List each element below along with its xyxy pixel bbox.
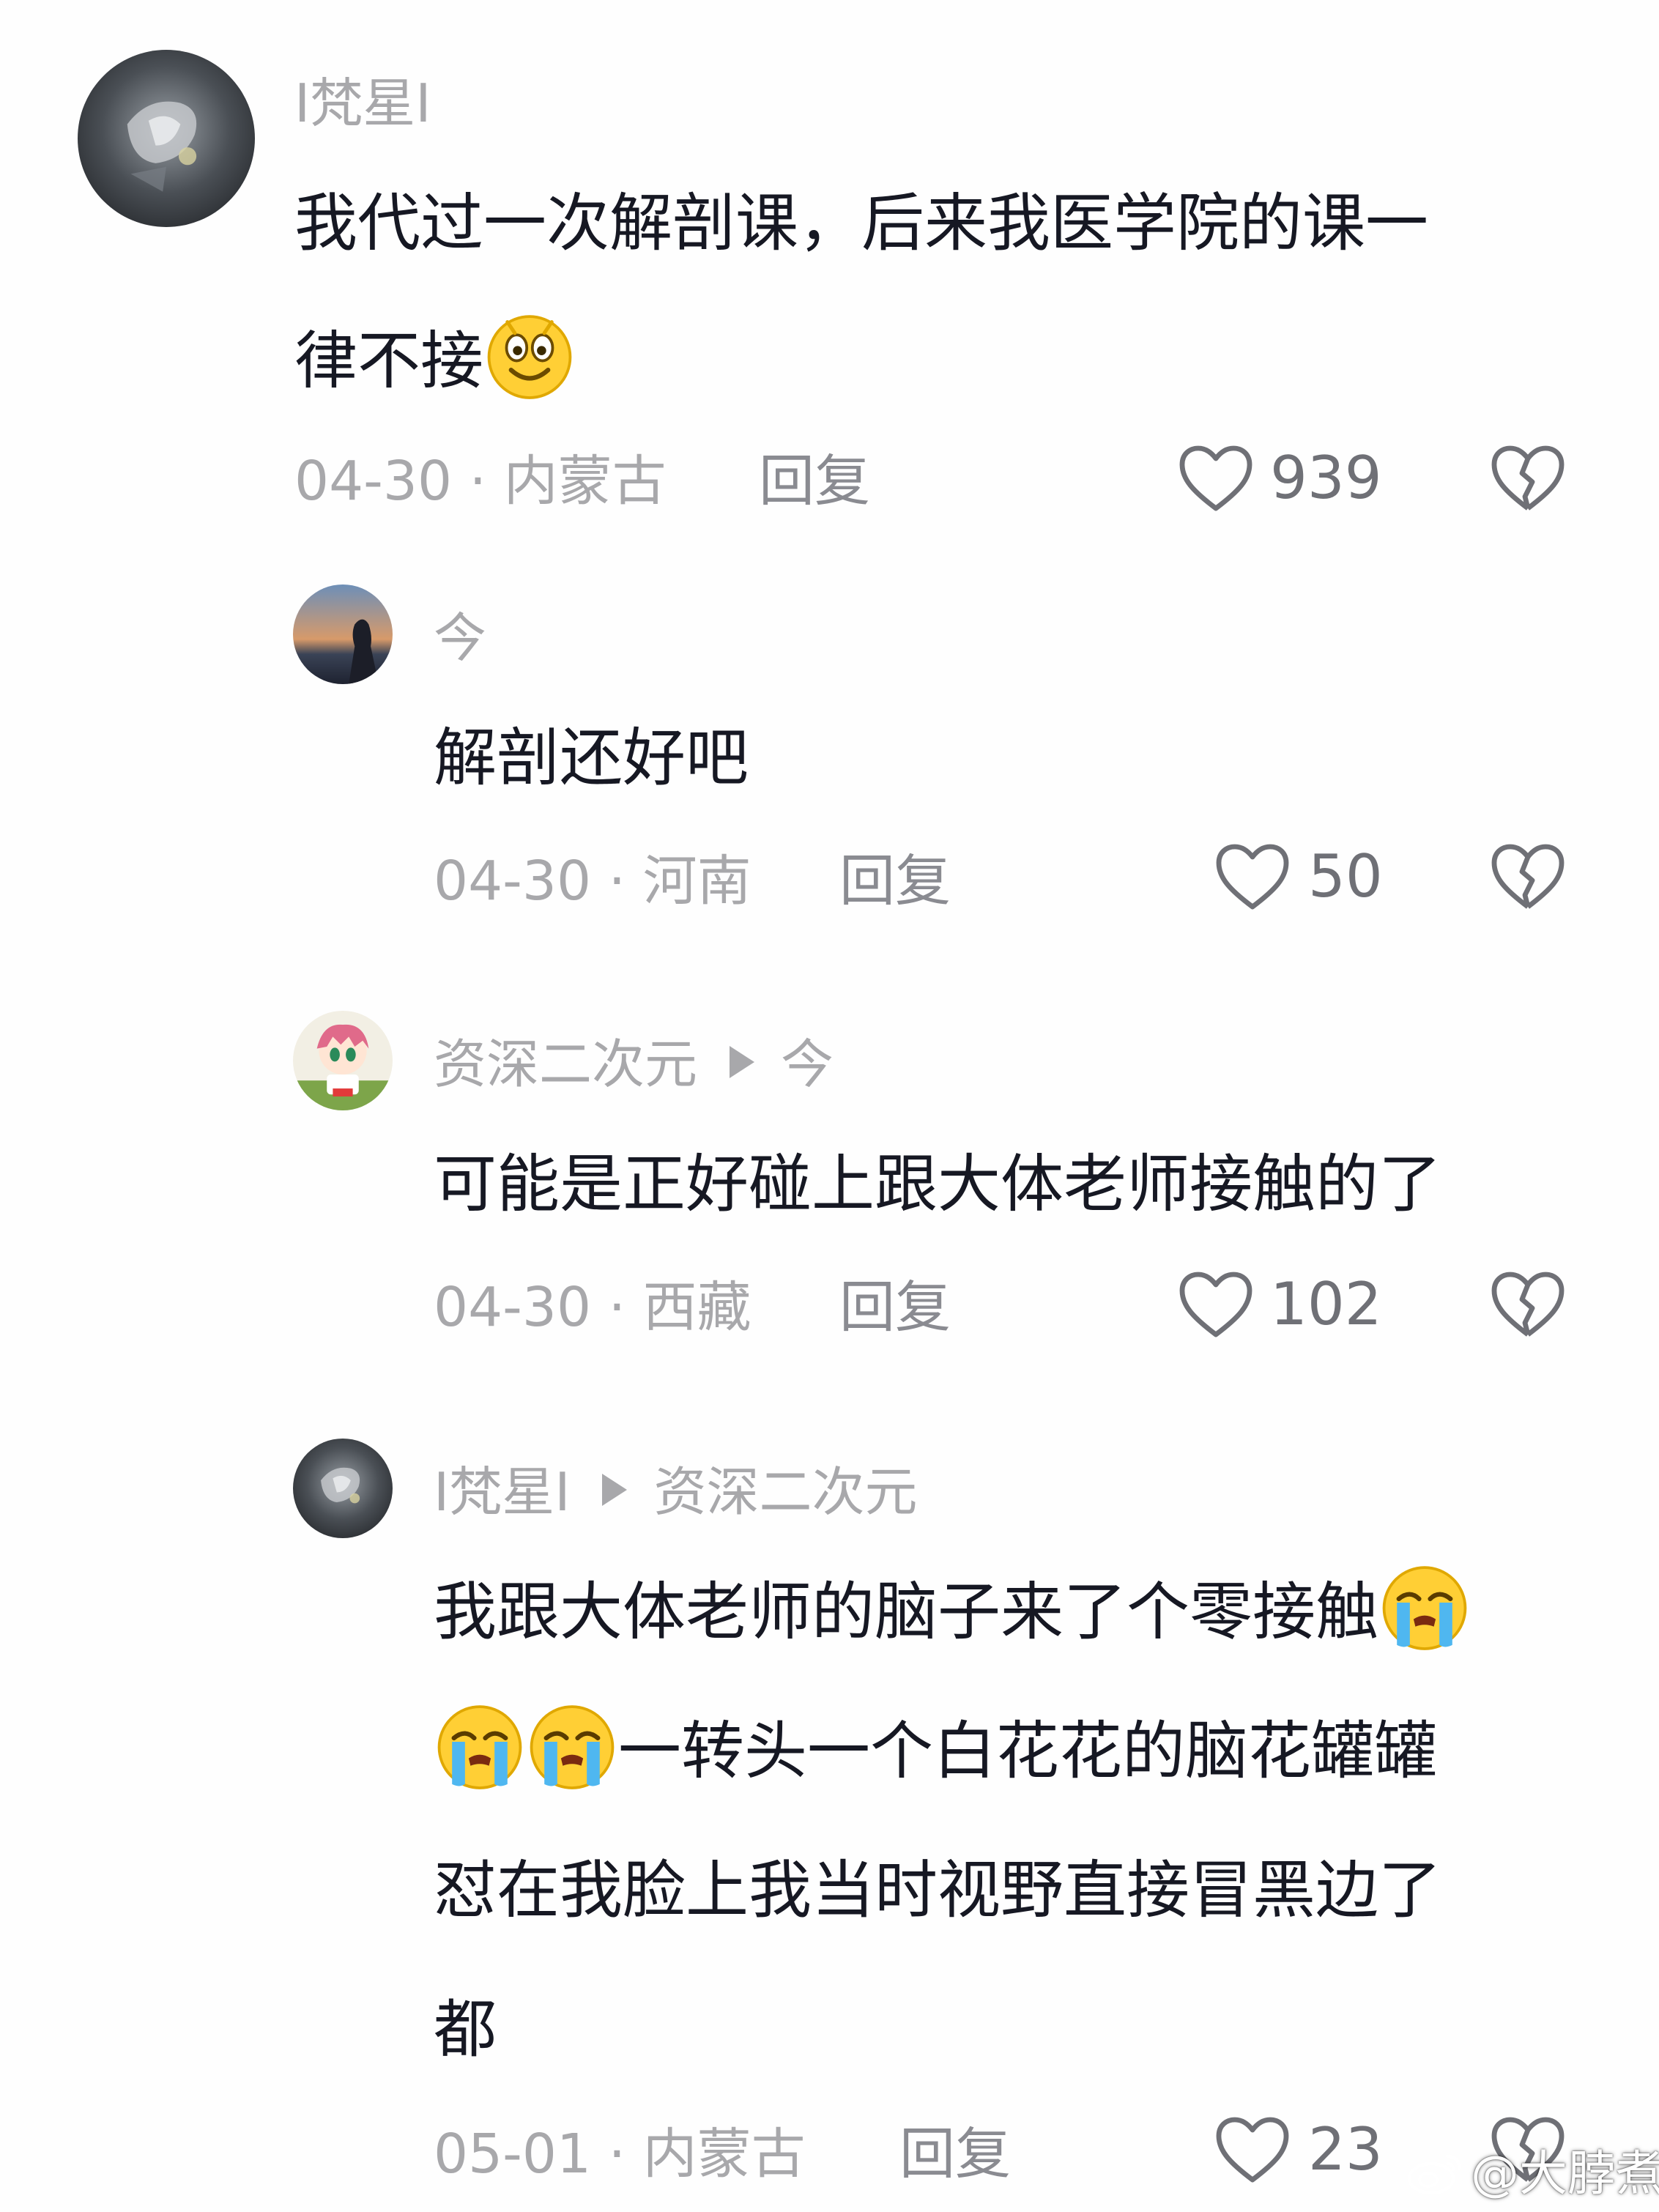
like-count: 102 xyxy=(1270,1270,1382,1338)
comment-meta: 04-30 · 西藏 xyxy=(434,1274,751,1340)
reply-button[interactable]: 回复 xyxy=(839,848,951,914)
comment-date: 04-30 xyxy=(434,850,592,913)
comment-text: 怼在我脸上我当时视野直接冒黑边了 xyxy=(434,1819,1441,1962)
heart-icon[interactable] xyxy=(1178,444,1254,514)
comment-text-line: 我代过一次解剖课，后来我医学院的课一 xyxy=(294,187,1428,260)
comment-date: 04-30 xyxy=(294,450,453,513)
reply-button[interactable]: 回复 xyxy=(839,1274,951,1340)
heart-icon[interactable] xyxy=(1214,2115,1291,2186)
meta-separator: · xyxy=(608,2123,626,2186)
meta-separator: · xyxy=(469,450,487,513)
comment-text: 解剖还好吧 xyxy=(434,687,749,829)
watermark: @大脖煮 xyxy=(1406,2145,1659,2203)
comment-date: 05-01 xyxy=(434,2123,592,2186)
like-count: 939 xyxy=(1270,444,1382,512)
comment-meta: 04-30 · 河南 xyxy=(434,848,751,914)
comment-location: 内蒙古 xyxy=(642,2123,806,2186)
like-count: 23 xyxy=(1308,2115,1383,2183)
comment-text-line: 一转头一个白花花的脑花罐罐 xyxy=(618,1715,1437,1788)
avatar[interactable] xyxy=(293,1011,393,1110)
reply-header: 资深二次元 今 xyxy=(434,1031,834,1097)
reply-to-username[interactable]: 今 xyxy=(781,1033,834,1095)
avatar[interactable] xyxy=(78,50,255,227)
like-count: 50 xyxy=(1308,842,1383,910)
avatar[interactable] xyxy=(293,584,393,684)
username[interactable]: I梵星I xyxy=(294,70,431,136)
heart-icon[interactable] xyxy=(1178,1270,1254,1340)
comment-date: 04-30 xyxy=(434,1276,592,1339)
comment-text: 都 xyxy=(434,1959,497,2101)
avatar[interactable] xyxy=(293,1439,393,1538)
comment-location: 西藏 xyxy=(642,1276,751,1339)
comment-text: 一转头一个白花花的脑花罐罐 xyxy=(434,1680,1437,1822)
loudly-crying-emoji xyxy=(1378,1560,1471,1652)
loudly-crying-emoji xyxy=(434,1699,526,1792)
comment-text-line: 我跟大体老师的脑子来了个零接触 xyxy=(434,1576,1378,1649)
comment-text-line: 可能是正好碰上跟大体老师接触的了 xyxy=(434,1148,1441,1221)
heart-icon[interactable] xyxy=(1214,842,1291,913)
broken-heart-icon[interactable] xyxy=(1490,842,1566,913)
reply-button[interactable]: 回复 xyxy=(899,2121,1011,2187)
broken-heart-icon[interactable] xyxy=(1490,444,1566,514)
username[interactable]: 资深二次元 xyxy=(434,1033,697,1095)
comment-text: 我代过一次解剖课，后来我医学院的课一 xyxy=(294,152,1428,294)
watermark-text: @大脖煮 xyxy=(1471,2145,1659,2202)
reply-header: I梵星I 资深二次元 xyxy=(434,1459,918,1525)
comment-location: 内蒙古 xyxy=(503,450,667,513)
loudly-crying-emoji xyxy=(526,1699,618,1792)
reply-to-username[interactable]: 资深二次元 xyxy=(653,1461,917,1523)
meta-separator: · xyxy=(608,1276,626,1339)
broken-heart-icon[interactable] xyxy=(1490,1270,1566,1340)
username[interactable]: I梵星I xyxy=(434,1461,570,1523)
comment-text-line: 解剖还好吧 xyxy=(434,721,749,795)
reply-button[interactable]: 回复 xyxy=(759,448,870,514)
reply-arrow-icon xyxy=(730,1046,755,1078)
comment-text: 律不接 xyxy=(294,290,576,432)
comment-text-line: 怼在我脸上我当时视野直接冒黑边了 xyxy=(434,1854,1441,1927)
comment-location: 河南 xyxy=(642,850,751,913)
meta-separator: · xyxy=(608,850,626,913)
username[interactable]: 今 xyxy=(434,605,486,671)
comment-text-line: 律不接 xyxy=(294,324,483,398)
comment-meta: 05-01 · 内蒙古 xyxy=(434,2121,806,2187)
comment-text: 我跟大体老师的脑子来了个零接触 xyxy=(434,1541,1471,1683)
reply-arrow-icon xyxy=(602,1474,628,1506)
comment-text: 可能是正好碰上跟大体老师接触的了 xyxy=(434,1113,1441,1255)
weibo-icon xyxy=(1406,2148,1465,2197)
comment-text-line: 都 xyxy=(434,1993,497,2066)
comment-meta: 04-30 · 内蒙古 xyxy=(294,448,667,514)
smiling-face-emoji xyxy=(483,309,576,401)
